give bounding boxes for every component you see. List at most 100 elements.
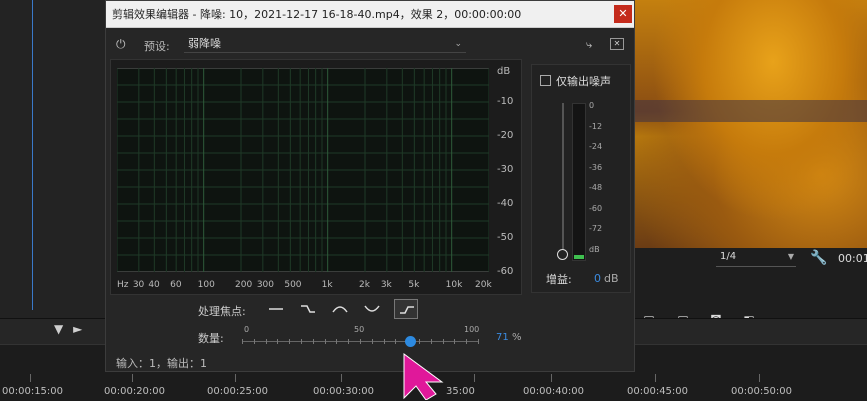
mouse-pointer-icon [403, 353, 444, 400]
effect-editor-dialog: 剪辑效果编辑器 - 降噪: 10，2021-12-17 16-18-40.mp4… [105, 0, 635, 372]
y-axis-label: -50 [497, 232, 514, 243]
preset-dropdown[interactable]: 弱降噪 ⌄ [184, 35, 466, 53]
x-axis-label: 60 [170, 280, 182, 290]
dialog-titlebar[interactable]: 剪辑效果编辑器 - 降噪: 10，2021-12-17 16-18-40.mp4… [106, 1, 634, 28]
output-noise-only-label: 仅输出噪声 [556, 75, 611, 88]
spectrum-graph-panel: dB -10 -20 -30 -40 -50 -60 Hz 30 40 60 100 200 300 5… [110, 59, 522, 295]
x-axis-label: 20k [475, 280, 492, 290]
delete-preset-icon[interactable]: ✕ [610, 38, 624, 50]
level-meter-fill [574, 255, 584, 259]
slider-tick [454, 339, 456, 344]
x-axis-label: 40 [148, 280, 160, 290]
focus-notch-button[interactable] [360, 299, 384, 319]
timeline-tick [30, 374, 31, 382]
timeline-timecode: 00:00:50:00 [731, 386, 793, 397]
x-axis-label: 2k [359, 280, 370, 290]
x-axis-label: 1k [321, 280, 333, 290]
zoom-select-value: 1/4 [720, 251, 737, 262]
slider-tick [265, 339, 267, 344]
focus-high-button[interactable] [394, 299, 418, 319]
background-panel [0, 0, 106, 320]
timeline-timecode: 00:00:15:00 [2, 386, 64, 397]
timeline-tick [341, 374, 342, 382]
meter-scale-label: -12 [589, 121, 603, 131]
level-meter [572, 103, 586, 261]
amount-value[interactable]: 71 [496, 332, 509, 343]
x-axis-label: 5k [408, 280, 420, 290]
slider-tick [242, 339, 243, 344]
preset-label: 预设: [144, 40, 170, 53]
toolbar-left: ▼ ► [54, 322, 82, 336]
close-button[interactable]: ✕ [614, 5, 632, 23]
preview-lake [632, 100, 867, 122]
save-preset-icon[interactable]: ⤷ [586, 38, 592, 52]
graph-unit-label: dB [497, 66, 511, 77]
timeline-tick [551, 374, 552, 382]
x-axis-label: 10k [445, 280, 463, 290]
output-noise-only-checkbox[interactable]: 仅输出噪声 [540, 73, 611, 89]
playhead-line [32, 0, 33, 310]
power-icon[interactable]: ⏻ [116, 37, 126, 52]
gain-label: 增益: [546, 273, 572, 286]
gain-slider-handle[interactable] [557, 249, 568, 260]
timeline-timecode: 00:00:30:00 [313, 386, 375, 397]
slider-tick [371, 339, 373, 344]
timeline-timecode: 00:00:20:00 [104, 386, 166, 397]
y-axis-label: -40 [497, 198, 514, 209]
gain-slider-track[interactable] [562, 103, 564, 253]
amount-slider-handle[interactable] [404, 336, 416, 347]
x-axis-label: 500 [284, 280, 302, 290]
timeline-timecode: 35:00 [446, 386, 475, 397]
io-label: 输入：1，输出：1 [116, 357, 207, 370]
slider-tick-label: 100 [464, 325, 480, 334]
timeline-timecode: 00:00:45:00 [627, 386, 689, 397]
timeline-tick [655, 374, 656, 382]
timeline-tick [132, 374, 133, 382]
output-meter-panel: 仅输出噪声 0 -12 -24 -36 -48 -60 -72 dB 增益: 0 dB [531, 64, 631, 293]
focus-low-button[interactable] [296, 299, 320, 319]
slider-tick-label: 50 [354, 325, 365, 334]
slider-tick [336, 339, 338, 344]
spectrum-graph [117, 68, 489, 272]
preview-timecode: 00:01 [838, 252, 867, 265]
slider-tick [277, 339, 279, 344]
y-axis-label: -60 [497, 266, 514, 277]
timeline-timecode: 00:00:25:00 [207, 386, 269, 397]
timeline-tick [235, 374, 236, 382]
meter-scale-label: -24 [589, 142, 603, 151]
x-axis-label: 300 [256, 280, 275, 290]
gain-value[interactable]: 0 [594, 272, 601, 285]
meter-scale-label: 0 [589, 101, 595, 110]
timeline-timecode: 00:00:40:00 [523, 386, 585, 397]
focus-entire-button[interactable] [264, 299, 288, 319]
wrench-icon[interactable]: 🔧 [810, 250, 827, 266]
timeline-tick [474, 374, 475, 382]
meter-scale-label: -48 [589, 183, 603, 192]
x-axis-label: 100 [197, 280, 215, 290]
slider-tick [383, 339, 385, 344]
focus-label: 处理焦点: [198, 305, 246, 318]
slider-tick [324, 339, 326, 344]
x-axis-label: 3k [380, 280, 392, 290]
chevron-down-icon: ▼ [787, 252, 794, 261]
y-axis-label: -30 [497, 164, 514, 175]
slider-tick [301, 339, 302, 344]
slider-tick [348, 339, 350, 344]
amount-unit: % [512, 332, 522, 343]
video-preview [632, 0, 867, 248]
y-axis-label: -10 [497, 96, 514, 107]
slider-tick [360, 339, 361, 344]
timeline-tick [759, 374, 760, 382]
focus-mid-button[interactable] [328, 299, 352, 319]
amount-label: 数量: [198, 332, 224, 345]
filter-icon[interactable]: ▼ [54, 322, 63, 336]
slider-tick [395, 339, 397, 344]
zoom-select[interactable]: 1/4 ▼ [716, 251, 796, 267]
preset-value: 弱降噪 [188, 37, 221, 50]
gain-unit: dB [604, 272, 619, 285]
snap-icon[interactable]: ► [73, 322, 82, 336]
slider-tick [419, 339, 420, 344]
meter-scale-label: -36 [589, 162, 603, 172]
slider-tick [478, 339, 479, 344]
slider-tick [430, 339, 432, 344]
